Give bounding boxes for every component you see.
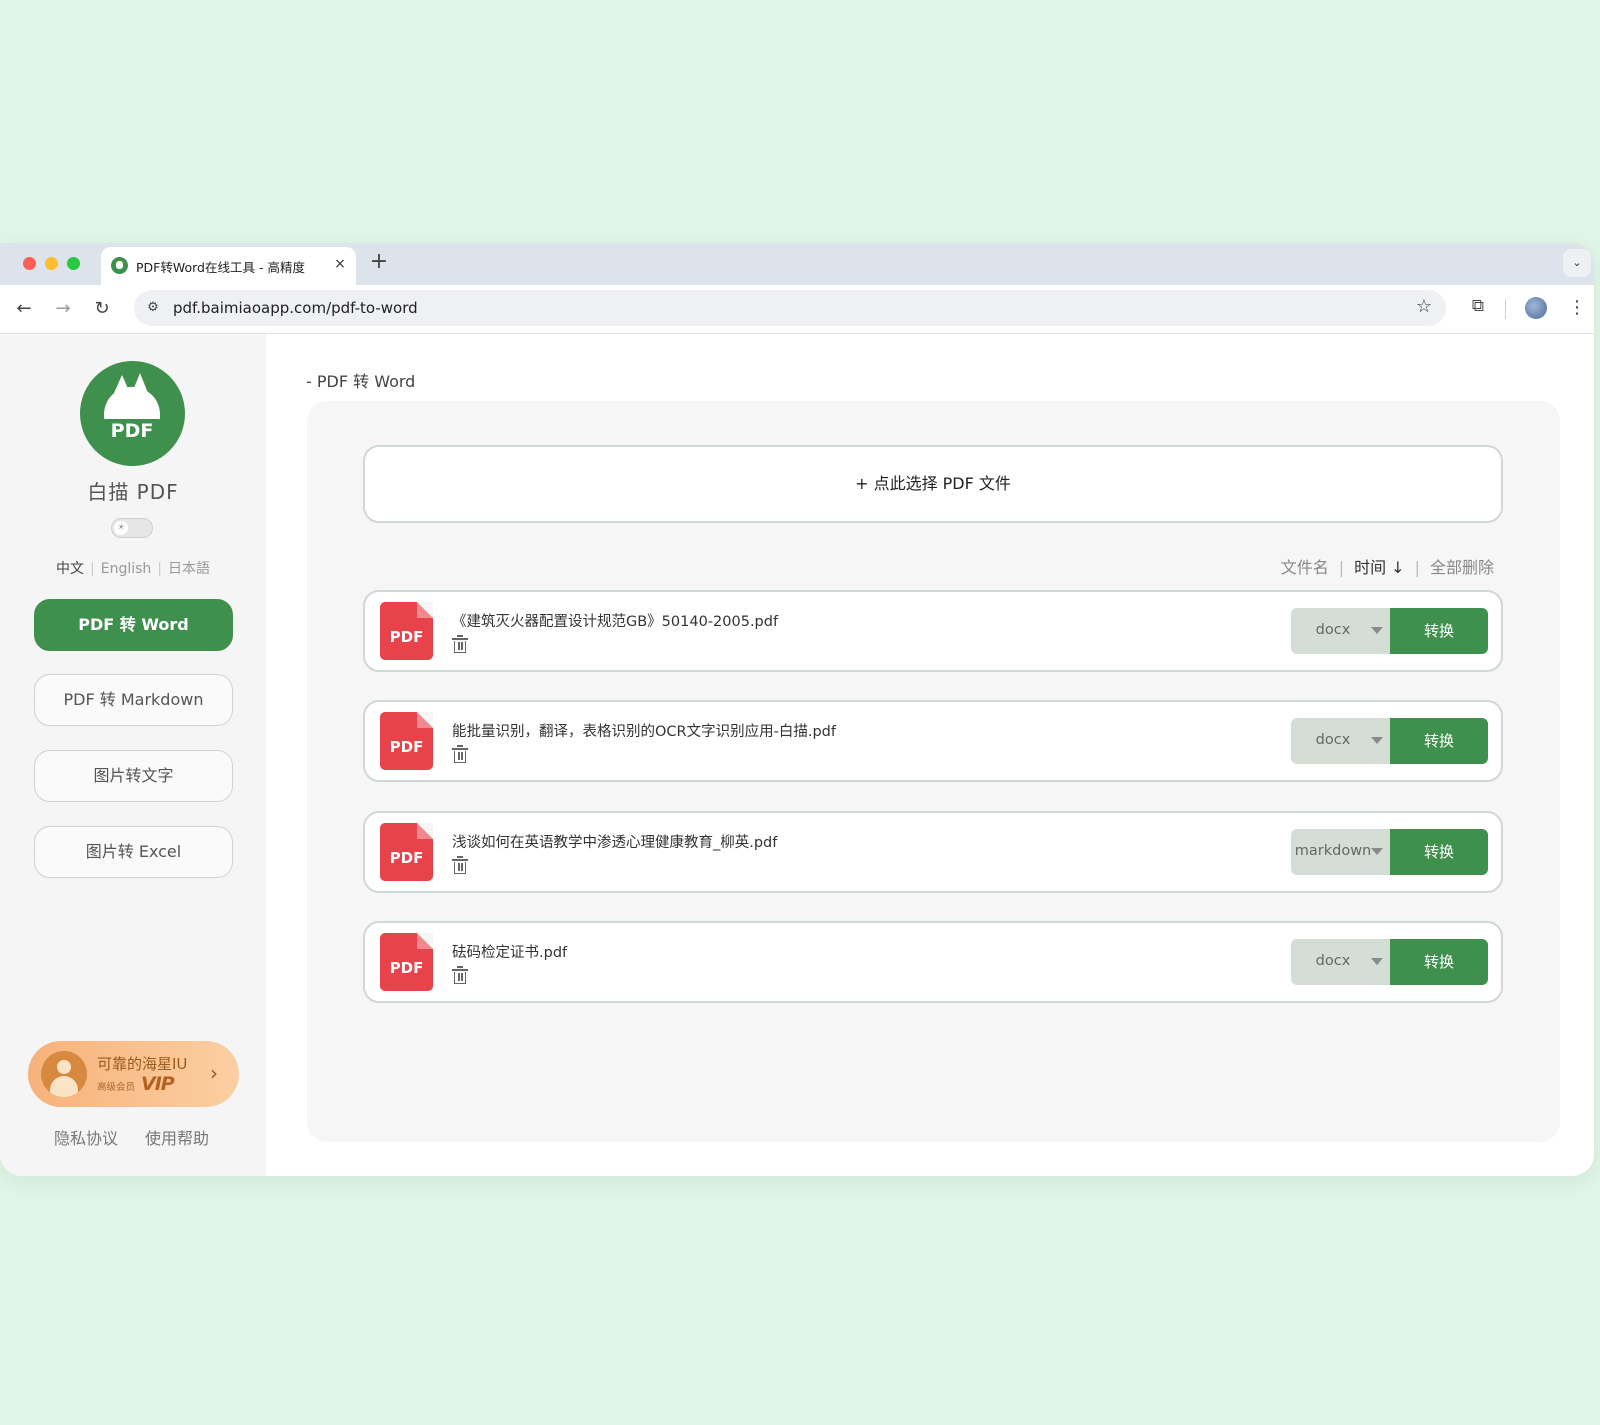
tab-close-icon[interactable]: × [331, 255, 349, 273]
tab-strip: PDF转Word在线工具 - 高精度 × + ⌄ [0, 243, 1594, 285]
vip-account-card[interactable]: 可靠的海星IU 高级会员 VIP › [28, 1041, 239, 1107]
page-title: - PDF 转 Word [306, 372, 416, 391]
browser-toolbar: ← → ↻ ⚙ pdf.baimiaoapp.com/pdf-to-word ☆… [0, 285, 1594, 334]
trash-icon[interactable] [452, 966, 468, 985]
new-tab-button[interactable]: + [368, 251, 390, 274]
membership-tier: 高级会员 [97, 1082, 136, 1093]
lang-japanese[interactable]: 日本語 [168, 561, 210, 577]
file-name: 能批量识别，翻译，表格识别的OCR文字识别应用-白描.pdf [452, 724, 836, 740]
format-select[interactable]: markdown [1291, 829, 1391, 875]
format-value: docx [1315, 732, 1351, 748]
trash-icon[interactable] [452, 745, 468, 764]
nav-image-to-excel[interactable]: 图片转 Excel [34, 826, 233, 878]
tab-search-button[interactable]: ⌄ [1563, 249, 1591, 277]
sort-by-name[interactable]: 文件名 [1281, 558, 1329, 577]
format-value: docx [1315, 622, 1351, 638]
lang-english[interactable]: English [101, 561, 152, 577]
theme-toggle[interactable]: ☀ [111, 518, 153, 538]
site-info-icon[interactable]: ⚙ [142, 297, 164, 319]
url-text[interactable]: pdf.baimiaoapp.com/pdf-to-word [173, 299, 418, 317]
trash-icon[interactable] [452, 635, 468, 654]
extensions-icon[interactable]: ⧉ [1466, 296, 1490, 320]
minimize-window-button[interactable] [45, 257, 58, 270]
pdf-file-icon: PDF [380, 823, 433, 881]
tab-title: PDF转Word在线工具 - 高精度 [136, 260, 305, 275]
maximize-window-button[interactable] [67, 257, 80, 270]
file-row: PDF 《建筑灭火器配置设计规范GB》50140-2005.pdf docx 转… [363, 590, 1503, 672]
file-name: 《建筑灭火器配置设计规范GB》50140-2005.pdf [452, 614, 779, 630]
brand-name: 白描 PDF [87, 480, 179, 504]
browser-tab-active[interactable]: PDF转Word在线工具 - 高精度 × [101, 247, 356, 285]
convert-button[interactable]: 转换 [1390, 718, 1488, 764]
file-row: PDF 能批量识别，翻译，表格识别的OCR文字识别应用-白描.pdf docx … [363, 700, 1503, 782]
sort-by-time[interactable]: 时间 ↓ [1354, 558, 1405, 577]
convert-button[interactable]: 转换 [1390, 829, 1488, 875]
caret-down-icon [1371, 627, 1383, 634]
browser-window: PDF转Word在线工具 - 高精度 × + ⌄ ← → ↻ ⚙ pdf.bai… [0, 243, 1594, 1176]
convert-button[interactable]: 转换 [1390, 608, 1488, 654]
format-select[interactable]: docx [1291, 718, 1391, 764]
forward-icon[interactable]: → [50, 297, 76, 323]
help-link[interactable]: 使用帮助 [145, 1125, 209, 1149]
chevron-right-icon: › [210, 1061, 218, 1085]
file-row: PDF 砝码检定证书.pdf docx 转换 [363, 921, 1503, 1003]
browser-menu-icon[interactable]: ⋮ [1568, 296, 1586, 320]
page-content: PDF 白描 PDF ☀ 中文 | English | 日本語 PDF 转 Word P… [0, 334, 1594, 1176]
back-icon[interactable]: ← [11, 297, 37, 323]
file-name: 浅谈如何在英语教学中渗透心理健康教育_柳英.pdf [452, 835, 778, 851]
address-bar[interactable]: ⚙ pdf.baimiaoapp.com/pdf-to-word ☆ [134, 290, 1446, 326]
reload-icon[interactable]: ↻ [89, 297, 115, 323]
pdf-file-icon: PDF [380, 933, 433, 991]
lang-chinese[interactable]: 中文 [56, 561, 84, 577]
converter-panel: + 点此选择 PDF 文件 文件名 | 时间 ↓ | 全部删除 PDF 《建筑灭火器配置… [307, 401, 1560, 1142]
delete-all-button[interactable]: 全部删除 [1430, 558, 1494, 577]
file-row: PDF 浅谈如何在英语教学中渗透心理健康教育_柳英.pdf markdown 转… [363, 811, 1503, 893]
sort-bar: 文件名 | 时间 ↓ | 全部删除 [1280, 558, 1494, 577]
format-value: docx [1315, 953, 1351, 969]
app-logo: PDF [80, 361, 185, 466]
bookmark-star-icon[interactable]: ☆ [1416, 296, 1432, 317]
caret-down-icon [1371, 737, 1383, 744]
user-name: 可靠的海星IU [97, 1055, 188, 1073]
logo-text: PDF [100, 419, 164, 443]
format-select[interactable]: docx [1291, 939, 1391, 985]
format-value: markdown [1294, 843, 1372, 859]
select-pdf-button[interactable]: + 点此选择 PDF 文件 [363, 445, 1503, 523]
toolbar-divider [1505, 299, 1506, 319]
privacy-link[interactable]: 隐私协议 [54, 1125, 118, 1149]
pdf-file-icon: PDF [380, 712, 433, 770]
sun-icon: ☀ [114, 521, 128, 535]
language-switcher: 中文 | English | 日本語 [56, 561, 210, 577]
caret-down-icon [1371, 848, 1383, 855]
sidebar: PDF 白描 PDF ☀ 中文 | English | 日本語 PDF 转 Word P… [0, 334, 266, 1176]
pdf-file-icon: PDF [380, 602, 433, 660]
favicon-icon [111, 257, 128, 274]
nav-image-to-text[interactable]: 图片转文字 [34, 750, 233, 802]
close-window-button[interactable] [23, 257, 36, 270]
vip-badge: VIP [141, 1073, 175, 1095]
nav-pdf-to-markdown[interactable]: PDF 转 Markdown [34, 674, 233, 726]
trash-icon[interactable] [452, 856, 468, 875]
file-name: 砝码检定证书.pdf [452, 945, 568, 961]
format-select[interactable]: docx [1291, 608, 1391, 654]
nav-pdf-to-word[interactable]: PDF 转 Word [34, 599, 233, 651]
user-avatar-icon [41, 1051, 87, 1097]
convert-button[interactable]: 转换 [1390, 939, 1488, 985]
caret-down-icon [1371, 958, 1383, 965]
profile-avatar[interactable] [1525, 297, 1547, 319]
